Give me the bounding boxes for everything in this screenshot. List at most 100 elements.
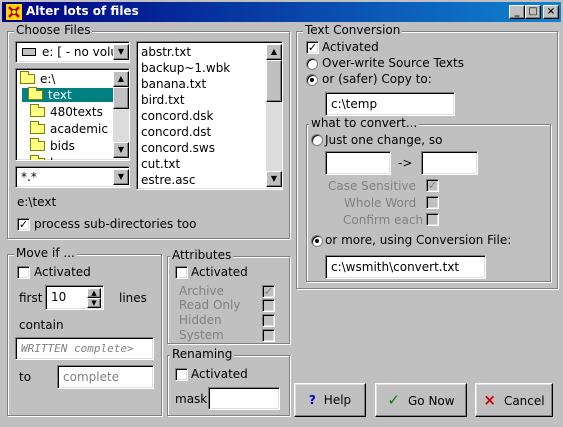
whole-word-checkbox[interactable] [426, 196, 439, 209]
filter-dropdown-button[interactable]: ▼ [113, 169, 129, 185]
radio-dot [315, 239, 319, 243]
scroll-up-button[interactable]: ▲ [266, 44, 282, 60]
change-to-input[interactable] [421, 151, 478, 175]
lines-stepper[interactable]: 10 ▲ ▼ [45, 285, 104, 310]
renaming-activated-checkbox[interactable] [175, 368, 188, 381]
chevron-down-icon: ▼ [91, 299, 97, 307]
case-sensitive-checkbox[interactable]: ✓ [426, 179, 439, 192]
contain-label: contain [19, 318, 64, 332]
conversion-file-input[interactable]: c:\wsmith\convert.txt [325, 255, 486, 279]
copy-path-value: c:\temp [331, 97, 378, 111]
minimize-button[interactable]: _ [509, 5, 525, 19]
stepper-down-button[interactable]: ▼ [87, 298, 101, 308]
title-bar[interactable]: Alter lots of files _ □ × [2, 2, 561, 22]
confirm-each-checkbox[interactable] [426, 213, 439, 226]
check-icon: ✓ [387, 391, 400, 409]
filter-select[interactable]: *.* ▼ [15, 166, 130, 188]
move-if-label: Move if ... [14, 246, 77, 260]
change-from-input[interactable] [325, 151, 391, 175]
filter-value: *.* [21, 170, 37, 184]
file-item[interactable]: concord.dsk [141, 109, 213, 123]
file-item[interactable]: cut.txt [141, 157, 180, 171]
folder-item-selected[interactable]: text [21, 87, 116, 103]
stepper-up-button[interactable]: ▲ [87, 288, 101, 298]
copy-radio[interactable] [306, 74, 318, 86]
conversion-file-radio[interactable] [311, 235, 323, 247]
folder-item[interactable]: e:\ [20, 71, 55, 86]
file-item[interactable]: estre.asc [141, 173, 195, 187]
move-to-input[interactable]: complete [57, 365, 154, 389]
scroll-thumb[interactable] [266, 60, 282, 102]
hidden-label: Hidden [179, 313, 222, 327]
renaming-activated-label: Activated [191, 367, 248, 381]
one-change-label: Just one change, so [325, 133, 443, 147]
check-icon: ✓ [263, 285, 274, 298]
attributes-activated-checkbox[interactable] [175, 266, 188, 279]
go-now-button[interactable]: ✓ Go Now [375, 383, 467, 417]
folder-scrollbar[interactable]: ▲ ▼ [113, 71, 129, 158]
close-icon: × [546, 6, 556, 17]
folder-icon [30, 138, 45, 151]
subdirs-label: process sub-directories too [34, 217, 197, 231]
chevron-down-icon: ▼ [117, 47, 125, 56]
close-button[interactable]: × [543, 5, 559, 19]
scroll-thumb[interactable] [113, 87, 129, 109]
folder-item[interactable]: academic [30, 121, 108, 136]
drive-icon [22, 48, 36, 56]
check-icon: ✓ [307, 41, 318, 54]
folder-tree[interactable]: e:\ text 480texts academic bids bya ▲ ▼ [15, 68, 130, 161]
help-label: Help [323, 393, 352, 407]
conversion-file-value: c:\wsmith\convert.txt [331, 260, 460, 274]
subdirs-checkbox[interactable]: ✓ [17, 218, 30, 231]
whole-word-label: Whole Word [344, 196, 417, 210]
one-change-radio[interactable] [311, 134, 323, 146]
scroll-down-button[interactable]: ▼ [113, 142, 129, 158]
file-item[interactable]: banana.txt [141, 77, 206, 91]
choose-files-label: Choose Files [14, 23, 93, 37]
file-item[interactable]: backup~1.wbk [141, 61, 230, 75]
move-activated-checkbox[interactable] [17, 266, 30, 279]
scroll-down-button[interactable]: ▼ [266, 171, 282, 187]
drive-select[interactable]: e: [ - no volu ▼ [15, 41, 130, 63]
mask-input[interactable] [208, 387, 280, 410]
folder-item[interactable]: 480texts [30, 104, 103, 119]
read-only-checkbox[interactable] [262, 299, 275, 312]
app-icon [6, 4, 22, 20]
check-icon: ✓ [18, 218, 29, 231]
file-item[interactable]: concord.dst [141, 125, 211, 139]
system-checkbox[interactable] [262, 329, 275, 342]
chevron-down-icon: ▼ [117, 172, 125, 181]
contain-input[interactable]: WRITTEN complete> [15, 337, 154, 360]
folder-icon [30, 155, 45, 160]
cancel-button[interactable]: × Cancel [475, 383, 553, 417]
folder-item[interactable]: bya [30, 155, 72, 160]
text-conversion-label: Text Conversion [303, 23, 403, 37]
folder-icon [30, 104, 45, 117]
archive-label: Archive [179, 284, 224, 298]
overwrite-radio[interactable] [306, 58, 318, 70]
copy-path-input[interactable]: c:\temp [325, 92, 455, 116]
cancel-icon: × [483, 391, 496, 409]
alter-files-window: Alter lots of files _ □ × Choose Files e… [0, 0, 563, 427]
minimize-icon: _ [514, 6, 520, 17]
help-button[interactable]: ? Help [294, 383, 366, 417]
attributes-activated-label: Activated [191, 265, 248, 279]
file-item[interactable]: concord.sws [141, 141, 215, 155]
mask-label: mask [175, 392, 208, 406]
open-folder-icon [20, 71, 35, 84]
chevron-down-icon: ▼ [270, 174, 278, 183]
drive-dropdown-button[interactable]: ▼ [113, 44, 129, 60]
maximize-button[interactable]: □ [525, 5, 541, 19]
change-arrow: -> [398, 156, 413, 170]
archive-checkbox[interactable]: ✓ [262, 285, 275, 298]
folder-item[interactable]: bids [30, 138, 75, 153]
file-list[interactable]: abstr.txt backup~1.wbk banana.txt bird.t… [136, 41, 283, 190]
hidden-checkbox[interactable] [262, 314, 275, 327]
conversion-activated-checkbox[interactable]: ✓ [306, 41, 319, 54]
first-label: first [19, 291, 43, 305]
scroll-up-button[interactable]: ▲ [113, 71, 129, 87]
file-scrollbar[interactable]: ▲ ▼ [266, 44, 282, 187]
file-item[interactable]: abstr.txt [141, 45, 191, 59]
file-item[interactable]: bird.txt [141, 93, 185, 107]
chevron-up-icon: ▲ [270, 47, 278, 56]
